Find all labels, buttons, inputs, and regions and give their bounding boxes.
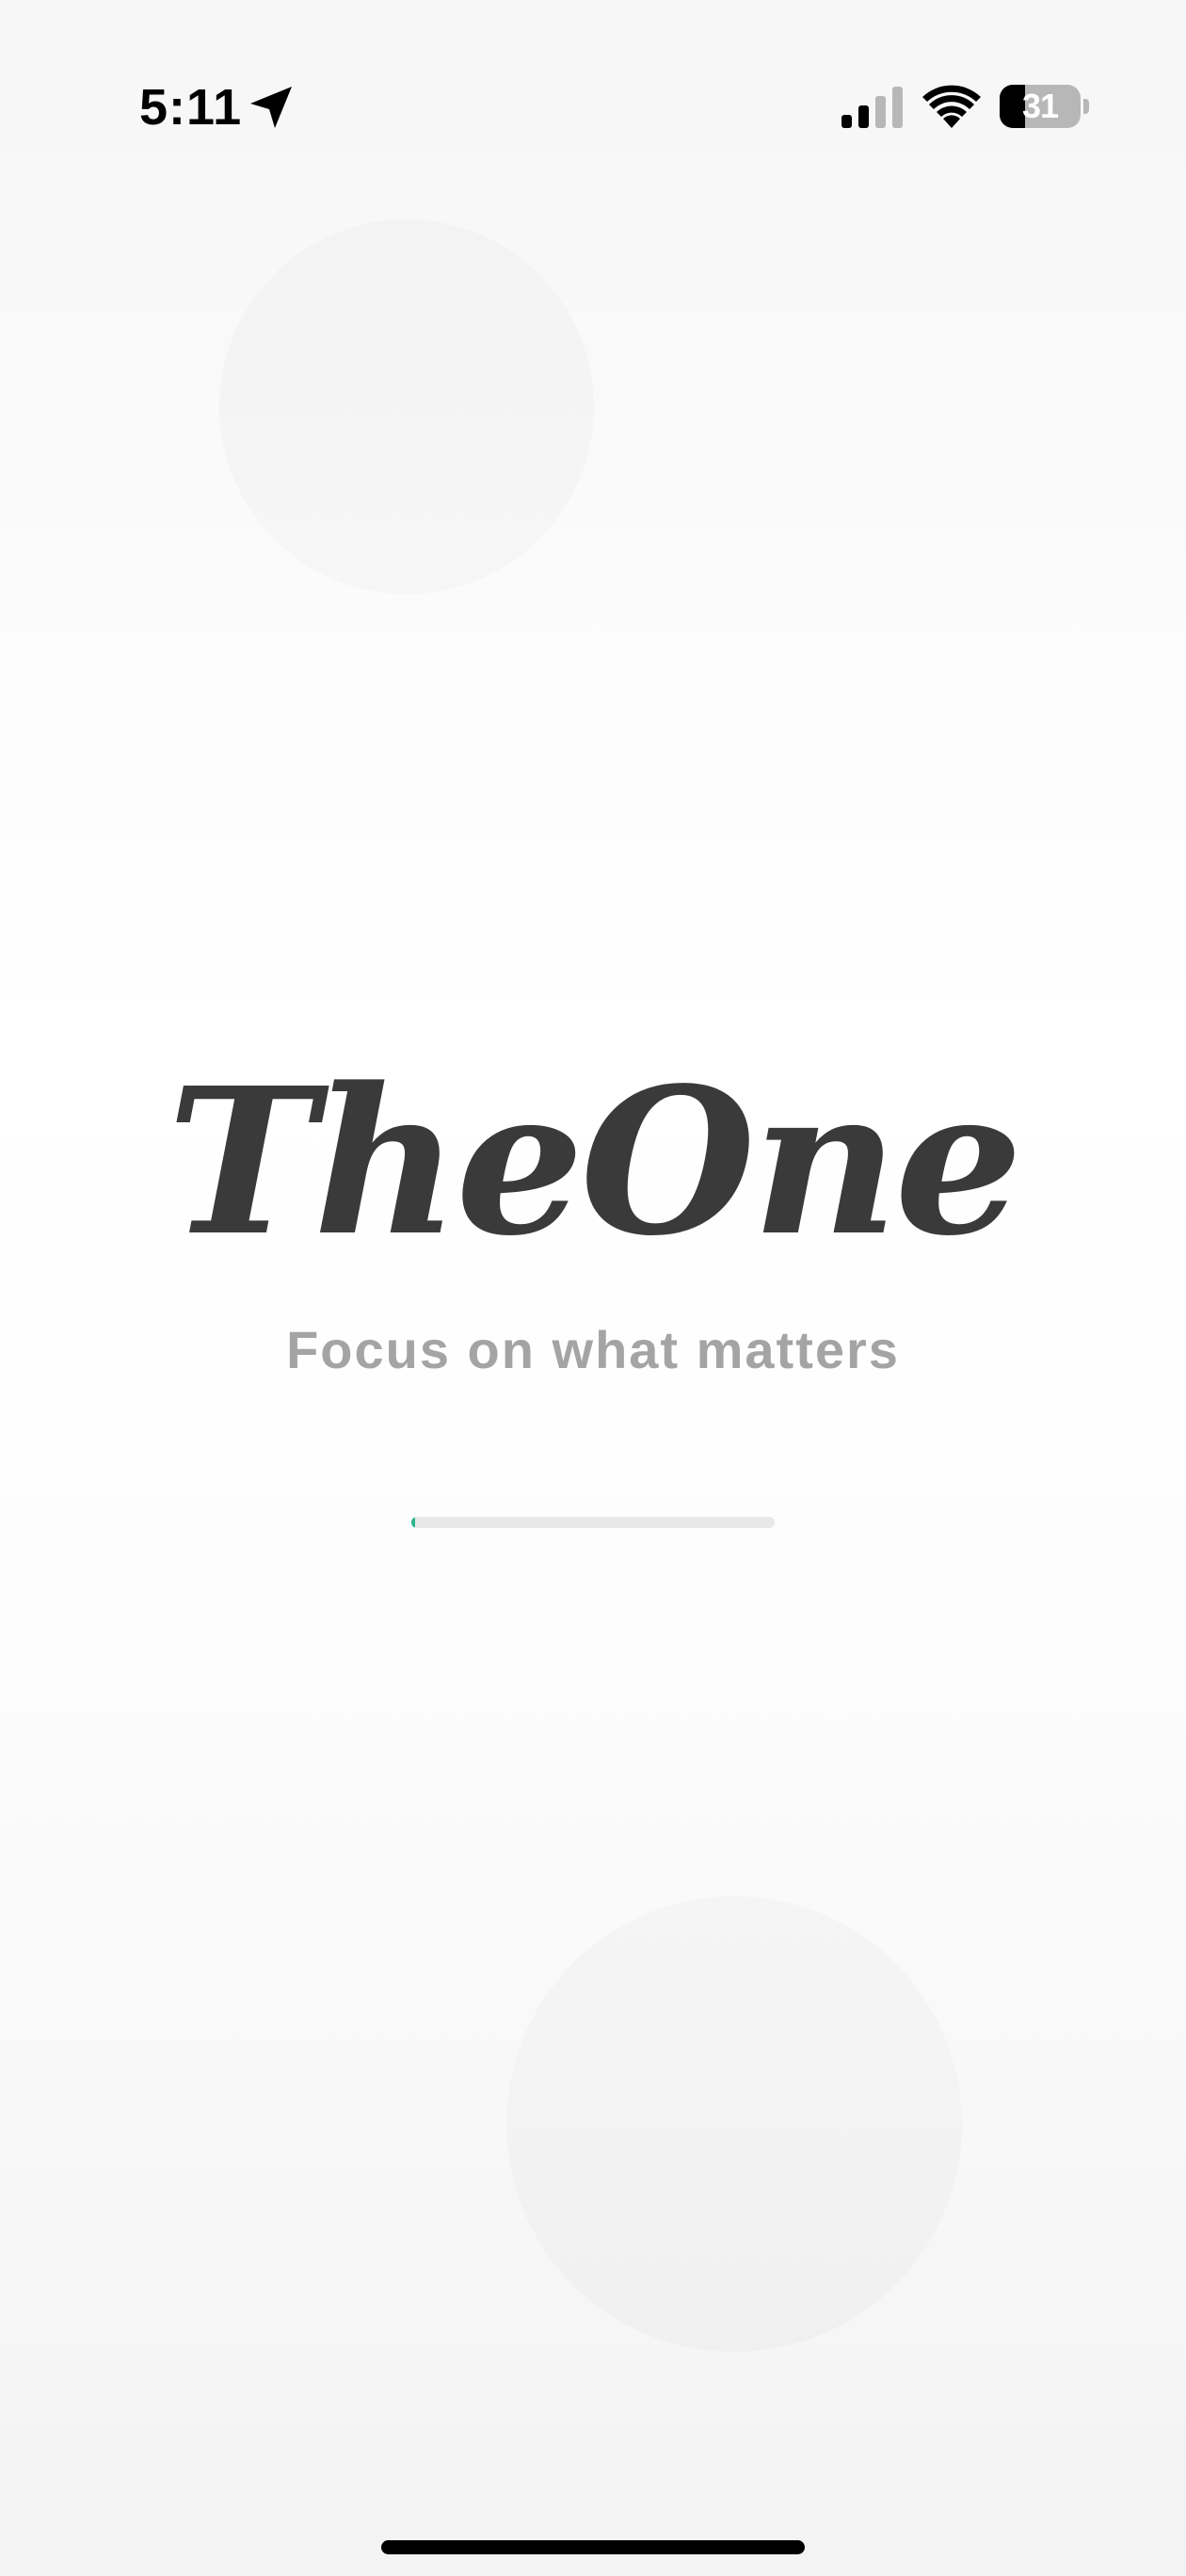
wifi-icon bbox=[922, 85, 981, 128]
battery-level: 31 bbox=[1021, 87, 1059, 125]
signal-bar-1 bbox=[841, 115, 852, 128]
status-time: 5:11 bbox=[139, 79, 243, 136]
location-arrow-icon bbox=[250, 87, 292, 128]
decorative-circle-bottom bbox=[506, 1896, 962, 2352]
signal-bar-2 bbox=[858, 105, 869, 128]
signal-bar-3 bbox=[875, 96, 886, 128]
battery-icon: 31 bbox=[1000, 85, 1090, 130]
signal-bar-4 bbox=[892, 87, 903, 128]
battery-nub bbox=[1083, 99, 1089, 114]
loading-progress-bar bbox=[411, 1517, 775, 1528]
app-tagline: Focus on what matters bbox=[286, 1320, 900, 1379]
loading-progress-fill bbox=[411, 1517, 415, 1528]
home-indicator[interactable] bbox=[381, 2540, 805, 2554]
cellular-signal-icon bbox=[841, 87, 903, 128]
status-bar: 5:11 31 bbox=[0, 0, 1186, 141]
decorative-circle-top bbox=[219, 219, 594, 594]
battery-body: 31 bbox=[1000, 85, 1081, 128]
app-logo: TheOne bbox=[167, 1044, 1022, 1280]
